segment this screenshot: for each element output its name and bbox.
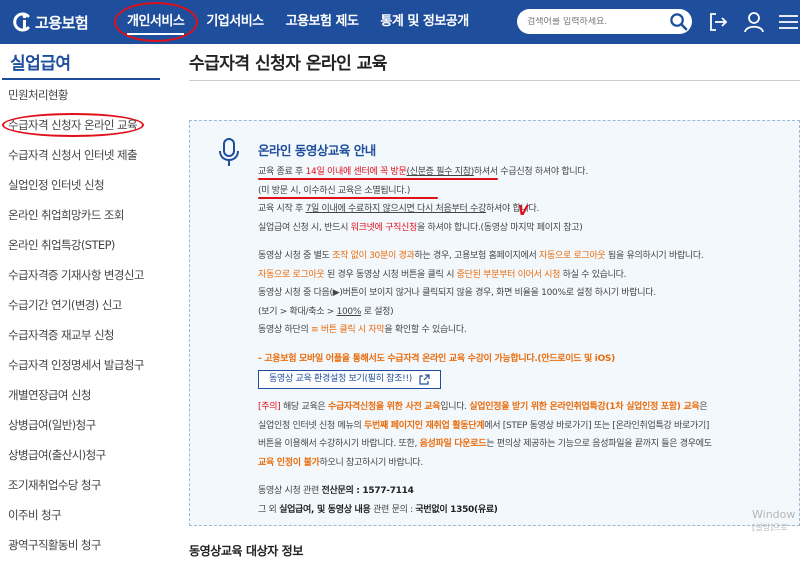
sidebar-item-label: 수급자격 신청자 온라인 교육: [8, 118, 138, 132]
notice-line-logout: 동영상 시청 중 별도 조작 없이 30분이 경과하는 경우, 고용보험 홈페이…: [258, 251, 704, 261]
notice-line-caution: [주의] 해당 교육은 수급자격신청을 위한 사전 교육입니다. 실업인정을 받…: [258, 402, 708, 412]
notice-line-it-contact: 동영상 시청 관련 전산문의 : 1577-7114: [258, 486, 414, 496]
video-settings-label: 동영상 교육 환경설정 보기(필히 참조!!): [269, 374, 412, 385]
notice-line-step: 실업인정 인터넷 신청 메뉴의 두번째 페이지인 재취업 활동단계에서 [STE…: [258, 420, 710, 431]
title-divider: [189, 80, 800, 81]
sidebar-item-extension-benefit[interactable]: 개별연장급여 신청: [0, 380, 160, 410]
sidebar-item-sickness-birth[interactable]: 상병급여(출산시)청구: [0, 440, 160, 470]
search-icon[interactable]: [669, 12, 688, 31]
login-icon[interactable]: [706, 10, 730, 34]
notice-line-resume: 자동으로 로그아웃 된 경우 동영상 시청 버튼을 클릭 시 중단된 부분부터 …: [258, 269, 627, 280]
sidebar-item-early-reemployment[interactable]: 조기재취업수당 청구: [0, 470, 160, 500]
search-input[interactable]: [527, 16, 662, 27]
external-link-icon: [419, 373, 430, 385]
sidebar-item-submit-application[interactable]: 수급자격 신청서 인터넷 제출: [0, 140, 160, 170]
notice-line-subtitle: 동영상 하단의 ≡ 버튼 클릭 시 자막을 확인할 수 있습니다.: [258, 325, 467, 335]
notice-line-zoom: 동영상 시청 중 다음(▶)버튼이 보이지 않거나 클릭되지 않을 경우, 화면…: [258, 288, 656, 298]
logo-text: 고용보험: [35, 13, 89, 32]
video-settings-button[interactable]: 동영상 교육 환경설정 보기(필히 참조!!): [258, 370, 441, 389]
microphone-icon: [219, 138, 239, 166]
sidebar-item-step[interactable]: 온라인 취업특강(STEP): [0, 230, 160, 260]
sidebar-item-unemployment-recognition[interactable]: 실업인정 인터넷 신청: [0, 170, 160, 200]
section-title-target-info: 동영상교육 대상자 정보: [189, 544, 303, 558]
sidebar-menu: 민원처리현황 수급자격 신청자 온라인 교육 수급자격 신청서 인터넷 제출 실…: [0, 80, 160, 560]
main-nav: 개인서비스 기업서비스 고용보험 제도 통계 및 정보공개: [127, 0, 491, 44]
search-box: [517, 9, 692, 34]
notice-line-other-contact: 그 외 실업급여, 및 동영상 내용 관련 문의 : 국번없이 1350(유료): [258, 504, 498, 515]
user-icon[interactable]: [742, 10, 766, 34]
sidebar-item-relocation[interactable]: 이주비 청구: [0, 500, 160, 530]
sidebar-item-reissue[interactable]: 수급자격증 재교부 신청: [0, 320, 160, 350]
sidebar-item-sickness-general[interactable]: 상병급여(일반)청구: [0, 410, 160, 440]
sidebar-item-statement[interactable]: 수급자격 인정명세서 발급청구: [0, 350, 160, 380]
sidebar-item-status[interactable]: 민원처리현황: [0, 80, 160, 110]
sidebar: 실업급여 민원처리현황 수급자격 신청자 온라인 교육 수급자격 신청서 인터넷…: [0, 44, 160, 560]
notice-line-audio: 버튼을 이용해서 수강하시기 바랍니다. 또한, 음성파일 다운로드는 편의상 …: [258, 439, 712, 449]
sidebar-item-period-extension[interactable]: 수급기간 연기(변경) 신고: [0, 290, 160, 320]
nav-insurance-system[interactable]: 고용보험 제도: [286, 0, 359, 44]
sidebar-item-change-report[interactable]: 수급자격증 기재사항 변경신고: [0, 260, 160, 290]
annotation-underline-2: [258, 196, 438, 199]
notice-mobile-app: - 고용보험 모바일 어플을 통해서도 수급자격 온라인 교육 수강이 가능합니…: [258, 353, 615, 364]
nav-business-service[interactable]: 기업서비스: [206, 0, 264, 44]
notice-line-expire: (미 방문 시, 이수하신 교육은 소멸됩니다.): [258, 182, 793, 201]
notice-line-not-recognized: 교육 인정이 불가하오니 참고하시기 바랍니다.: [258, 457, 423, 468]
menu-icon[interactable]: [776, 10, 800, 34]
watermark-line-2: [설정]으로: [752, 523, 788, 532]
nav-statistics[interactable]: 통계 및 정보공개: [380, 0, 469, 44]
notice-line-visit: 교육 종료 후 14일 이내에 센터에 꼭 방문(신분증 필수 지참)하셔서 수…: [258, 163, 793, 182]
notice-body: 교육 종료 후 14일 이내에 센터에 꼭 방문(신분증 필수 지참)하셔서 수…: [258, 163, 793, 519]
notice-title: 온라인 동영상교육 안내: [258, 143, 376, 158]
top-header: 고용보험 개인서비스 기업서비스 고용보험 제도 통계 및 정보공개: [0, 0, 800, 44]
notice-box: 온라인 동영상교육 안내 교육 종료 후 14일 이내에 센터에 꼭 방문(신분…: [189, 120, 800, 526]
sidebar-item-online-education[interactable]: 수급자격 신청자 온라인 교육: [0, 110, 160, 140]
logo-mark-icon: [13, 12, 30, 32]
windows-watermark: Window [설정]으로: [752, 508, 795, 534]
watermark-line-1: Window: [752, 508, 796, 521]
nav-personal-service[interactable]: 개인서비스: [127, 0, 185, 44]
sidebar-item-job-card[interactable]: 온라인 취업희망카드 조회: [0, 200, 160, 230]
annotation-underline-1: [258, 178, 498, 180]
notice-line-zoom-setting: (보기 > 확대/축소 > 100% 로 설정): [258, 306, 394, 317]
sidebar-title: 실업급여: [2, 44, 160, 80]
annotation-check-mark: V: [518, 204, 528, 219]
logo[interactable]: 고용보험: [10, 11, 105, 33]
sidebar-item-wide-area-job[interactable]: 광역구직활동비 청구: [0, 530, 160, 560]
page-title: 수급자격 신청자 온라인 교육: [189, 54, 387, 74]
